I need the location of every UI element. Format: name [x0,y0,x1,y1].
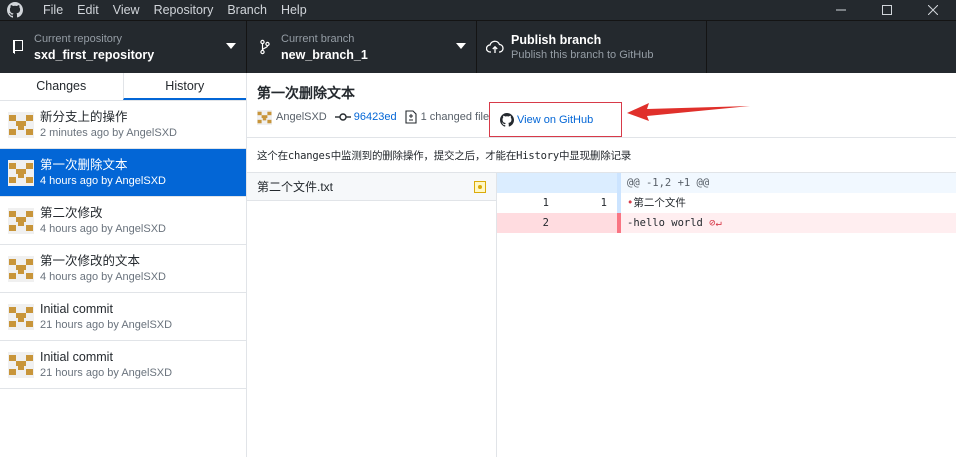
view-on-github-label: View on GitHub [517,113,594,126]
menu-edit[interactable]: Edit [70,0,106,20]
diff-line-text: @@ -1,2 +1 @@ [627,177,710,189]
diff-line-text: 第二个文件 [633,197,686,209]
diff-line-text: -hello world [627,217,703,229]
new-line-number [559,213,621,233]
view-on-github-link[interactable]: View on GitHub [489,102,622,137]
commit-description: 这个在changes中监测到的删除操作，提交之后，才能在History中显现删除… [247,137,956,173]
file-name: 第二个文件.txt [257,180,334,194]
changed-files-count: 1 changed file [420,111,490,123]
menu-file[interactable]: File [36,0,70,20]
minimize-button[interactable] [818,0,864,20]
commit-list-item[interactable]: Initial commit 21 hours ago by AngelSXD [0,341,246,389]
commit-summary-title: 第一次删除文本 [257,85,355,101]
avatar [8,207,34,234]
chevron-down-icon [456,43,466,49]
new-line-number [559,173,621,193]
no-newline-icon: ⊘↵ [702,217,722,229]
avatar [8,303,34,330]
current-repository-selector[interactable]: Current repository sxd_first_repository [0,21,247,73]
avatar [8,351,34,378]
file-diff-icon [405,110,417,124]
old-line-number: 1 [542,197,549,209]
commit-title: Initial commit [40,350,113,364]
menu-bar: File Edit View Repository Branch Help [36,0,314,20]
window-controls [818,0,956,20]
diff-view: @@ -1,2 +1 @@ 1 1 •第二个文件 2 -hello world … [497,173,956,233]
commit-list-item-selected[interactable]: 第一次删除文本 4 hours ago by AngelSXD [0,149,246,197]
file-modified-icon [474,181,486,193]
commit-metadata: AngelSXD 96423ed 1 changed file [257,109,497,125]
annotation-arrow-icon [627,103,750,121]
file-list-item[interactable]: 第二个文件.txt [247,173,496,201]
old-line-number: 2 [497,213,559,233]
publish-branch-button[interactable]: Publish branch Publish this branch to Gi… [477,21,707,73]
commit-meta: 4 hours ago by AngelSXD [40,175,166,187]
commit-list-item[interactable]: 第一次修改的文本 4 hours ago by AngelSXD [0,245,246,293]
commit-list-item[interactable]: Initial commit 21 hours ago by AngelSXD [0,293,246,341]
commit-meta: 21 hours ago by AngelSXD [40,367,173,379]
github-logo-icon [0,0,30,20]
diff-hunk-header: @@ -1,2 +1 @@ [497,173,956,193]
commit-sha[interactable]: 96423ed [354,111,397,123]
diff-context-line[interactable]: 1 1 •第二个文件 [497,193,956,213]
avatar [8,255,34,282]
diff-deleted-line[interactable]: 2 -hello world ⊘↵ [497,213,956,233]
commit-title: 第二次修改 [40,206,103,220]
avatar [8,159,34,186]
commit-title: 新分支上的操作 [40,110,128,124]
commit-author: AngelSXD [276,111,327,123]
commit-detail-panel: 第一次删除文本 AngelSXD 96423ed 1 changed file … [247,73,956,457]
title-bar: File Edit View Repository Branch Help [0,0,956,20]
tab-changes[interactable]: Changes [0,73,123,100]
commit-meta: 21 hours ago by AngelSXD [40,319,173,331]
old-line-number [497,173,559,193]
avatar [257,109,272,125]
menu-repository[interactable]: Repository [147,0,221,20]
new-line-number: 1 [559,193,621,213]
chevron-down-icon [226,43,236,49]
branch-icon [247,39,277,55]
cloud-upload-icon [477,40,507,54]
menu-branch[interactable]: Branch [220,0,274,20]
publish-branch-title: Publish branch [511,32,602,47]
changed-files-list: 第二个文件.txt [247,173,497,457]
close-button[interactable] [910,0,956,20]
menu-view[interactable]: View [106,0,147,20]
commit-title: Initial commit [40,302,113,316]
commit-meta: 4 hours ago by AngelSXD [40,271,166,283]
maximize-icon [882,5,892,15]
repository-icon [0,39,30,55]
maximize-button[interactable] [864,0,910,20]
current-branch-value: new_branch_1 [281,47,368,62]
commit-meta: 2 minutes ago by AngelSXD [40,127,177,139]
tab-history[interactable]: History [122,73,246,100]
current-repository-value: sxd_first_repository [34,47,155,62]
sidebar: Changes History 新分支上的操作 2 minutes ago by… [0,73,247,457]
commit-icon [334,113,351,121]
publish-branch-subtitle: Publish this branch to GitHub [511,48,654,61]
commit-title: 第一次删除文本 [40,158,128,172]
avatar [8,111,34,138]
menu-help[interactable]: Help [274,0,314,20]
toolbar: Current repository sxd_first_repository … [0,20,956,73]
sidebar-tabs: Changes History [0,73,246,101]
commit-title: 第一次修改的文本 [40,254,141,268]
close-icon [928,5,938,15]
github-logo-icon [500,112,514,127]
minimize-icon [836,9,846,11]
commit-meta: 4 hours ago by AngelSXD [40,223,166,235]
current-repository-label: Current repository [34,32,123,45]
current-branch-selector[interactable]: Current branch new_branch_1 [247,21,477,73]
current-branch-label: Current branch [281,32,355,45]
commit-list-item[interactable]: 第二次修改 4 hours ago by AngelSXD [0,197,246,245]
commit-list-item[interactable]: 新分支上的操作 2 minutes ago by AngelSXD [0,101,246,149]
